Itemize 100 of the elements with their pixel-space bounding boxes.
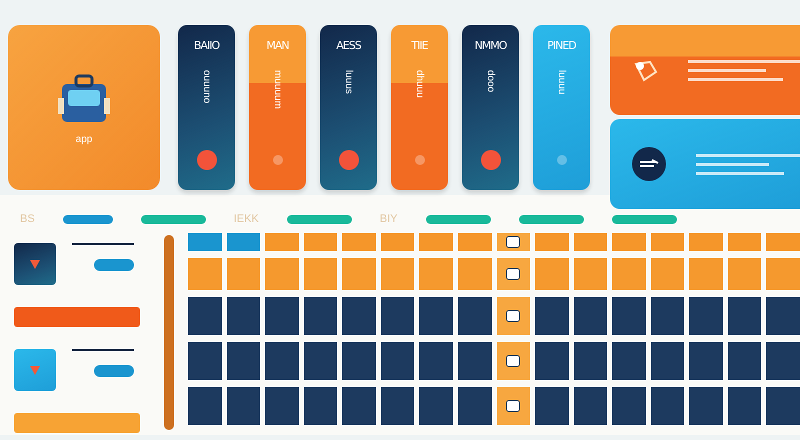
feature-card[interactable]: app <box>8 25 160 190</box>
grid-cell <box>458 342 492 380</box>
grid-cell <box>380 258 414 290</box>
chip-icon <box>506 236 520 248</box>
grid-cell <box>380 387 414 425</box>
filter-label: IEKK <box>234 213 259 225</box>
grid-cell <box>728 342 762 380</box>
grid-cell <box>574 342 608 380</box>
card-caption: luuuu <box>556 70 567 96</box>
grid-cell <box>458 258 492 290</box>
filter-pill[interactable] <box>62 214 113 224</box>
grid-cell <box>728 387 762 425</box>
filter-pill[interactable] <box>518 214 584 224</box>
grid-cell <box>535 387 569 425</box>
grid-cell <box>419 233 453 251</box>
grid-cell <box>458 233 492 251</box>
grid-cell <box>380 233 414 251</box>
grid-cell <box>689 233 723 251</box>
grid-cell <box>728 258 762 290</box>
triangle-icon <box>28 363 42 377</box>
grid-cell <box>419 342 453 380</box>
scroll-thumb[interactable] <box>164 235 174 430</box>
grid-cell <box>304 233 338 251</box>
grid-cell <box>226 233 260 251</box>
filter-pill[interactable] <box>286 214 352 224</box>
filter-pill[interactable] <box>140 214 206 224</box>
category-card[interactable]: TIIE dhuuu <box>391 25 448 190</box>
grid-cell <box>689 342 723 380</box>
grid-cell <box>612 233 646 251</box>
card-title: TIIE <box>411 39 428 52</box>
grid-cell <box>342 233 376 251</box>
grid-cell <box>342 342 376 380</box>
grid-cell <box>535 342 569 380</box>
chip-icon <box>506 355 520 367</box>
grid-cell <box>766 342 800 380</box>
grid-cell <box>728 233 762 251</box>
grid-cell <box>689 297 723 335</box>
sidebar-pill[interactable] <box>94 259 134 271</box>
grid-cell <box>574 297 608 335</box>
grid-cell <box>304 387 338 425</box>
grid-cell <box>650 297 684 335</box>
grid-cell <box>188 233 222 251</box>
grid-cell <box>265 297 299 335</box>
sidebar-tile[interactable] <box>14 349 56 391</box>
filter-pill[interactable] <box>612 214 676 224</box>
grid-cell <box>728 297 762 335</box>
grid-cell <box>612 297 646 335</box>
grid-cell <box>458 297 492 335</box>
card-caption: dhuuu <box>414 70 425 100</box>
sidebar-pill[interactable] <box>94 365 134 377</box>
grid-cell <box>304 258 338 290</box>
grid-cell <box>612 387 646 425</box>
grid-cell <box>574 233 608 251</box>
card-caption: ouuuno <box>201 70 212 106</box>
card-title: AESS <box>336 39 361 52</box>
grid-cell <box>188 258 222 290</box>
grid-cell <box>612 342 646 380</box>
grid-cell <box>535 258 569 290</box>
grid-cell <box>304 297 338 335</box>
category-card[interactable]: BAIIO ouuuno <box>178 25 235 190</box>
chip-icon <box>506 400 520 412</box>
grid-cell <box>574 387 608 425</box>
grid-cell <box>612 258 646 290</box>
grid-cell <box>766 297 800 335</box>
grid-cell <box>265 342 299 380</box>
grid-cell <box>458 387 492 425</box>
grid-cell <box>766 258 800 290</box>
grid-cell <box>689 387 723 425</box>
grid-cell <box>188 387 222 425</box>
triangle-icon <box>28 257 42 271</box>
category-card[interactable]: PINED luuuu <box>533 25 590 190</box>
chip-icon <box>506 268 520 280</box>
category-card[interactable]: NMMO dooo <box>462 25 519 190</box>
info-panel[interactable] <box>610 119 800 209</box>
card-caption: luuus <box>343 70 354 96</box>
grid-cell <box>226 387 260 425</box>
card-title: PINED <box>547 39 576 52</box>
card-title: MAN <box>266 39 289 52</box>
grid-cell <box>226 258 260 290</box>
card-caption: muuuum <box>272 70 283 111</box>
grid-cell <box>342 297 376 335</box>
category-card[interactable]: AESS luuus <box>320 25 377 190</box>
card-title: BAIIO <box>194 39 220 52</box>
grid-cell <box>265 258 299 290</box>
grid-cell <box>574 258 608 290</box>
grid-cell <box>265 387 299 425</box>
grid-cell <box>380 342 414 380</box>
grid-cell <box>380 297 414 335</box>
grid-cell <box>342 387 376 425</box>
filter-label: BS <box>20 213 35 225</box>
grid-cell <box>304 342 338 380</box>
grid-cell <box>650 387 684 425</box>
grid-cell <box>226 297 260 335</box>
grid-cell <box>188 342 222 380</box>
filter-pill[interactable] <box>426 214 490 224</box>
category-card[interactable]: MAN muuuum <box>249 25 306 190</box>
grid-cell <box>689 258 723 290</box>
grid-cell <box>535 297 569 335</box>
sidebar-tile[interactable] <box>14 243 56 285</box>
grid-cell <box>650 233 684 251</box>
